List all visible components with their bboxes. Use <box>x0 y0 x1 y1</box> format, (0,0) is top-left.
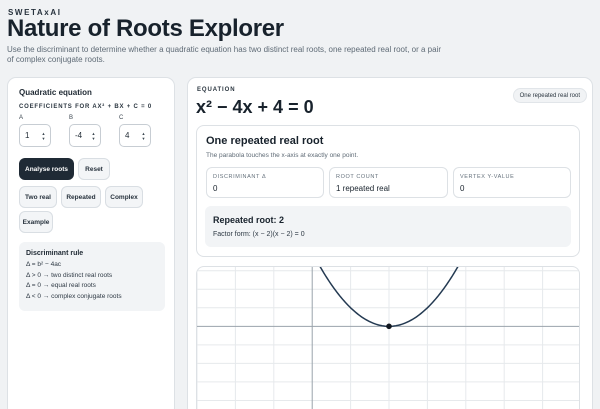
preset-repeated-button[interactable]: Repeated <box>61 186 101 208</box>
result-description: The parabola touches the x-axis at exact… <box>206 152 359 159</box>
coefficient-a-label: A <box>19 115 24 121</box>
parabola-graph <box>196 266 580 409</box>
rule-line: Δ > 0 → two distinct real roots <box>26 271 113 279</box>
metric-label: VERTEX Y-VALUE <box>460 174 515 180</box>
metric-discriminant: DISCRIMINANT Δ 0 <box>206 167 324 198</box>
root-summary-box: Repeated root: 2 Factor form: (x − 2)(x … <box>205 206 571 247</box>
metric-value: 1 repeated real <box>336 184 390 193</box>
rule-line: Δ = b² − 4ac <box>26 261 62 268</box>
analyse-roots-button[interactable]: Analyse roots <box>19 158 74 180</box>
spinner-icon[interactable]: ▲ ▼ <box>90 131 97 141</box>
coefficient-b-label: B <box>69 115 74 121</box>
coefficients-label: COEFFICIENTS FOR AX² + BX + C = 0 <box>19 104 153 110</box>
equation-input-panel: Quadratic equation COEFFICIENTS FOR AX² … <box>7 77 175 409</box>
coefficient-a-value: 1 <box>25 131 30 140</box>
analysis-panel: EQUATION x² − 4x + 4 = 0 One repeated re… <box>187 77 593 409</box>
spinner-icon[interactable]: ▲ ▼ <box>40 131 47 141</box>
result-title: One repeated real root <box>206 135 324 147</box>
metric-value: 0 <box>460 184 465 193</box>
result-card: One repeated real root The parabola touc… <box>196 125 580 257</box>
coefficient-c-value: 4 <box>125 131 130 140</box>
page-title: Nature of Roots Explorer <box>7 15 284 42</box>
coefficient-b-input[interactable]: -4 ▲ ▼ <box>69 124 101 147</box>
rule-line: Δ < 0 → complex conjugate roots <box>26 292 122 300</box>
discriminant-rule-box: Discriminant rule Δ = b² − 4ac Δ > 0 → t… <box>19 242 165 311</box>
equation-label: EQUATION <box>197 87 236 93</box>
rule-line: Δ = 0 → equal real roots <box>26 282 96 289</box>
root-factor-form: Factor form: (x − 2)(x − 2) = 0 <box>213 231 305 238</box>
page-subtitle: Use the discriminant to determine whethe… <box>7 45 442 64</box>
metric-value: 0 <box>213 184 218 193</box>
preset-complex-button[interactable]: Complex <box>105 186 143 208</box>
preset-two-real-button[interactable]: Two real <box>19 186 57 208</box>
root-point <box>386 323 392 330</box>
metric-label: DISCRIMINANT Δ <box>213 174 267 180</box>
coefficient-b-value: -4 <box>75 131 83 140</box>
parabola-plot <box>197 267 579 409</box>
status-badge: One repeated real root <box>512 88 587 103</box>
rule-title: Discriminant rule <box>26 250 84 257</box>
root-title: Repeated root: 2 <box>213 215 285 225</box>
spinner-icon[interactable]: ▲ ▼ <box>140 131 147 141</box>
metric-label: ROOT COUNT <box>336 174 379 180</box>
panel-heading: Quadratic equation <box>19 88 92 97</box>
reset-button[interactable]: Reset <box>78 158 110 180</box>
equation-display: x² − 4x + 4 = 0 <box>196 97 314 117</box>
metric-root-count: ROOT COUNT 1 repeated real <box>329 167 448 198</box>
coefficient-a-input[interactable]: 1 ▲ ▼ <box>19 124 51 147</box>
metric-vertex-y: VERTEX Y-VALUE 0 <box>453 167 571 198</box>
coefficient-c-input[interactable]: 4 ▲ ▼ <box>119 124 151 147</box>
preset-example-button[interactable]: Example <box>19 211 53 233</box>
coefficient-c-label: C <box>119 115 124 121</box>
